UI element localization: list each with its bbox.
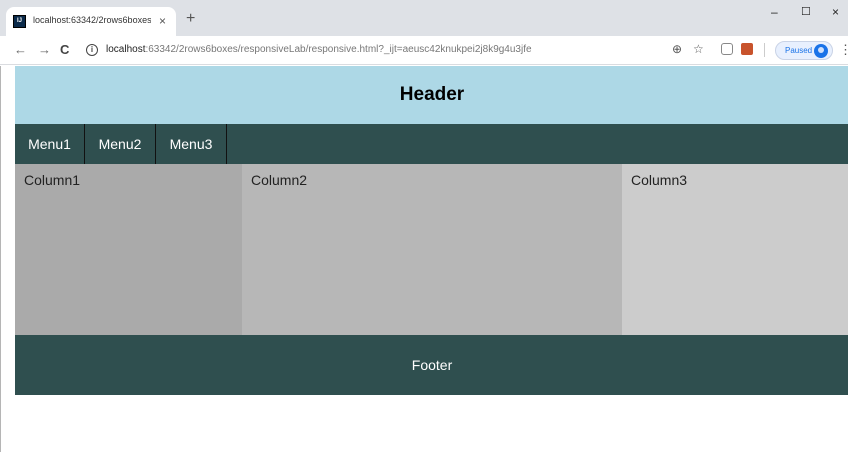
profile-paused-button[interactable]: Paused bbox=[775, 41, 833, 60]
tab-title: localhost:63342/2rows6boxes/re bbox=[33, 15, 151, 25]
page-footer: Footer bbox=[15, 335, 848, 395]
menu-item-1[interactable]: Menu1 bbox=[15, 124, 85, 164]
browser-tab[interactable]: IJ localhost:63342/2rows6boxes/re × bbox=[6, 7, 176, 36]
minimize-button[interactable]: – bbox=[771, 5, 778, 19]
intellij-favicon-icon: IJ bbox=[13, 15, 26, 28]
back-button[interactable]: ← bbox=[14, 42, 27, 58]
menu-item-3[interactable]: Menu3 bbox=[156, 124, 227, 164]
maximize-button[interactable]: ☐ bbox=[801, 5, 811, 19]
menu-bar: Menu1 Menu2 Menu3 bbox=[15, 124, 848, 164]
column-2: Column2 bbox=[242, 164, 622, 335]
star-icon[interactable]: ☆ bbox=[693, 41, 704, 57]
paused-label: Paused bbox=[785, 46, 813, 55]
close-window-button[interactable]: × bbox=[832, 5, 839, 19]
info-icon[interactable]: i bbox=[86, 44, 98, 56]
pdf-icon[interactable] bbox=[741, 43, 753, 55]
page-viewport: Header Menu1 Menu2 Menu3 Column1 Column2… bbox=[0, 66, 848, 452]
extension-icon[interactable] bbox=[721, 43, 733, 55]
kebab-menu-icon[interactable]: ⋮ bbox=[839, 42, 848, 58]
zoom-icon[interactable]: ⊕ bbox=[672, 41, 682, 57]
url-host: localhost bbox=[106, 44, 146, 55]
url-text[interactable]: localhost:63342/2rows6boxes/responsiveLa… bbox=[106, 44, 532, 55]
column-1: Column1 bbox=[15, 164, 242, 335]
page-header: Header bbox=[15, 66, 848, 124]
browser-toolbar: ← → C i localhost:63342/2rows6boxes/resp… bbox=[0, 36, 848, 65]
avatar-icon bbox=[814, 44, 828, 58]
browser-window: IJ localhost:63342/2rows6boxes/re × + – … bbox=[0, 0, 848, 452]
tab-strip: IJ localhost:63342/2rows6boxes/re × + – … bbox=[0, 0, 848, 36]
forward-button[interactable]: → bbox=[38, 42, 51, 58]
url-path: :63342/2rows6boxes/responsiveLab/respons… bbox=[145, 44, 532, 55]
menu-item-2[interactable]: Menu2 bbox=[85, 124, 156, 164]
reload-button[interactable]: C bbox=[60, 42, 69, 58]
new-tab-button[interactable]: + bbox=[186, 11, 195, 27]
column-3: Column3 bbox=[622, 164, 848, 335]
tab-close-icon[interactable]: × bbox=[159, 13, 166, 29]
address-bar[interactable]: i localhost:63342/2rows6boxes/responsive… bbox=[80, 40, 660, 61]
toolbar-divider bbox=[764, 43, 765, 57]
